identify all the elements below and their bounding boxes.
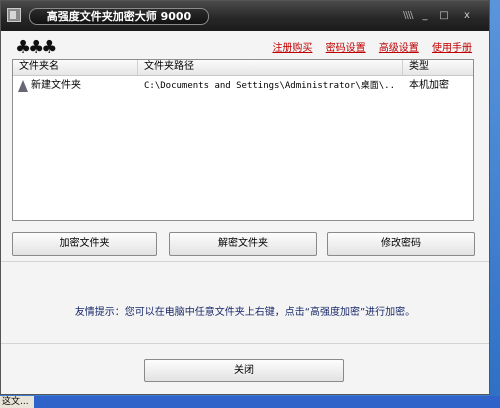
taskbar-item[interactable]: 这文... [0,396,34,408]
column-header-type[interactable]: 类型 [403,60,473,75]
encrypted-folder-icon [18,80,28,92]
desktop-background [490,0,500,408]
app-icon [7,8,21,22]
encrypt-folder-button[interactable]: 加密文件夹 [12,232,157,256]
divider [1,343,489,344]
close-window-button[interactable]: x [461,9,473,23]
column-header-path[interactable]: 文件夹路径 [138,60,403,75]
minimize-button[interactable]: _ [419,9,431,23]
folder-name: 新建文件夹 [31,80,81,91]
maximize-button[interactable]: □ [438,9,450,23]
tip-text: 友情提示：您可以在电脑中任意文件夹上右键，点击“高强度加密”进行加密。 [74,307,416,318]
app-window: 高强度文件夹加密大师 9000 \\\\ _ □ x ♣♣♣ 注册购买 密码设置… [0,0,490,395]
grip-icon: \\\\ [403,10,414,21]
title-bar[interactable]: 高强度文件夹加密大师 9000 \\\\ _ □ x [1,1,489,31]
divider [1,261,489,262]
decrypt-folder-button[interactable]: 解密文件夹 [169,232,317,256]
folder-path: C:\Documents and Settings\Administrator\… [144,81,396,91]
list-item[interactable]: 新建文件夹 C:\Documents and Settings\Administ… [13,78,473,94]
taskbar [0,396,500,408]
close-button[interactable]: 关闭 [144,359,344,382]
top-menu: 注册购买 密码设置 高级设置 使用手册 [262,39,472,54]
folder-list[interactable]: 文件夹名 文件夹路径 类型 新建文件夹 C:\Documents and Set… [12,59,474,221]
menu-advanced-settings[interactable]: 高级设置 [379,43,419,54]
list-header: 文件夹名 文件夹路径 类型 [13,60,473,76]
clover-logo-icon: ♣♣♣ [15,37,57,58]
folder-type: 本机加密 [409,80,449,91]
menu-password-settings[interactable]: 密码设置 [326,43,366,54]
menu-user-manual[interactable]: 使用手册 [432,43,472,54]
window-title: 高强度文件夹加密大师 9000 [29,8,209,25]
menu-register-buy[interactable]: 注册购买 [272,43,312,54]
column-header-name[interactable]: 文件夹名 [13,60,138,75]
change-password-button[interactable]: 修改密码 [327,232,475,256]
